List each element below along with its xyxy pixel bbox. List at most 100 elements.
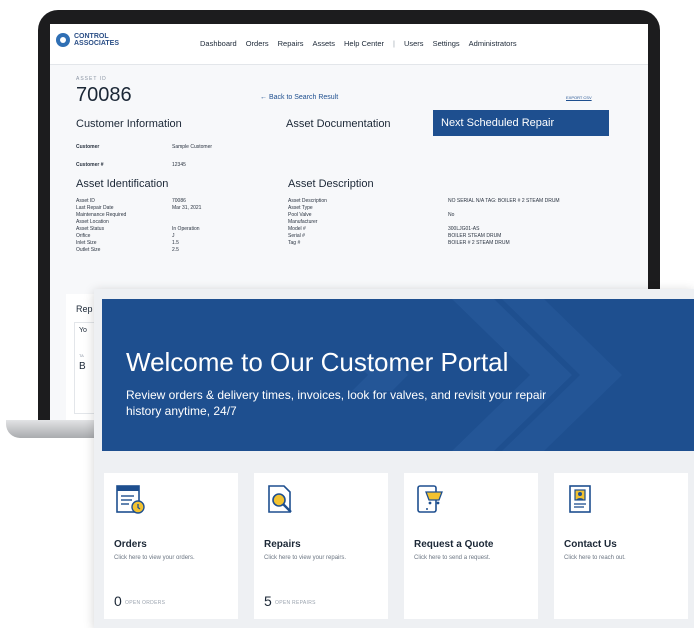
nav-settings[interactable]: Settings xyxy=(433,39,460,48)
open-repairs-count: 5 xyxy=(264,593,272,609)
next-scheduled-repair-box[interactable]: Next Scheduled Repair xyxy=(433,110,609,136)
customer-info-title: Customer Information xyxy=(76,118,182,130)
customer-key: Customer xyxy=(76,144,100,150)
ident-value: 1.5 xyxy=(172,240,179,246)
desc-value: No xyxy=(448,212,455,218)
repair-card-line2: TA xyxy=(79,353,84,358)
ident-key: Asset Location xyxy=(76,219,109,225)
desc-key: Asset Type xyxy=(288,205,313,211)
identification-list: Asset ID 70086 Last Repair Date Mar 31, 20… xyxy=(76,198,201,254)
repair-card-line1: Yo xyxy=(79,327,87,334)
open-orders-count: 0 xyxy=(114,593,122,609)
ident-value: 70086 xyxy=(172,198,186,204)
desc-key: Serial # xyxy=(288,233,305,239)
asset-id-value: 70086 xyxy=(76,84,132,106)
desc-key: Manufacturer xyxy=(288,219,318,225)
desc-row: Asset Description NO SERIAL N/A TAG: BOIL… xyxy=(288,198,560,205)
nav-separator: | xyxy=(393,39,395,48)
tablet-cart-icon xyxy=(417,485,443,513)
customer-portal-panel: Welcome to Our Customer Portal Review or… xyxy=(94,289,694,628)
customer-value: Sample Customer xyxy=(172,144,213,150)
desc-row: Asset Type xyxy=(288,205,560,212)
desc-row: Model # 300LJG01-AS xyxy=(288,226,560,233)
repairs-card-title: Repairs xyxy=(264,539,301,550)
repairs-icon xyxy=(268,485,292,513)
logo-line2: ASSOCIATES xyxy=(74,40,119,47)
contact-card-icon xyxy=(569,485,591,513)
orders-card-title: Orders xyxy=(114,539,147,550)
ident-row: Maintenance Required xyxy=(76,212,201,219)
orders-icon xyxy=(116,485,145,514)
ident-key: Inlet Size xyxy=(76,240,97,246)
welcome-hero-banner: Welcome to Our Customer Portal Review or… xyxy=(102,299,694,451)
asset-description-title: Asset Description xyxy=(288,178,374,190)
desc-value: BOILER # 2 STEAM DRUM xyxy=(448,240,510,246)
request-quote-desc: Click here to send a request. xyxy=(414,555,491,561)
nav-dashboard[interactable]: Dashboard xyxy=(200,39,237,48)
ident-key: Orifice xyxy=(76,233,91,239)
orders-card[interactable]: Orders Click here to view your orders. 0… xyxy=(104,473,238,619)
request-quote-title: Request a Quote xyxy=(414,539,494,550)
ident-row: Orifice J xyxy=(76,233,201,240)
customer-info-list: Customer Sample Customer Customer # 12345 xyxy=(76,138,212,174)
ident-row: Asset ID 70086 xyxy=(76,198,201,205)
ident-row: Last Repair Date Mar 31, 2021 xyxy=(76,205,201,212)
asset-documentation-title: Asset Documentation xyxy=(286,118,391,130)
customer-number-row: Customer # 12345 xyxy=(76,156,212,174)
ident-value: J xyxy=(172,233,175,239)
ident-key: Outlet Size xyxy=(76,247,101,253)
nav-help-center[interactable]: Help Center xyxy=(344,39,384,48)
ident-value: 2.5 xyxy=(172,247,179,253)
desc-value: 300LJG01-AS xyxy=(448,226,480,232)
contact-us-desc: Click here to reach out. xyxy=(564,555,626,561)
request-quote-card[interactable]: Request a Quote Click here to send a req… xyxy=(404,473,538,619)
orders-card-desc: Click here to view your orders. xyxy=(114,555,195,561)
ident-key: Asset ID xyxy=(76,198,95,204)
repairs-card-desc: Click here to view your repairs. xyxy=(264,555,347,561)
open-repairs-label: OPEN REPAIRS xyxy=(275,600,316,606)
desc-key: Model # xyxy=(288,226,306,232)
nav-repairs[interactable]: Repairs xyxy=(278,39,304,48)
export-csv-link[interactable]: EXPORT CSV xyxy=(566,95,592,100)
ident-row: Outlet Size 2.5 xyxy=(76,247,201,254)
desc-key: Tag # xyxy=(288,240,301,246)
ident-row: Asset Location xyxy=(76,219,201,226)
ident-key: Last Repair Date xyxy=(76,205,114,211)
ident-value: In Operation xyxy=(172,226,200,232)
contact-us-title: Contact Us xyxy=(564,539,617,550)
desc-row: Manufacturer xyxy=(288,219,560,226)
repairs-panel-title: Rep xyxy=(76,304,93,314)
customer-number-key: Customer # xyxy=(76,162,104,168)
repair-card-line3: B xyxy=(79,361,86,372)
nav-users[interactable]: Users xyxy=(404,39,424,48)
customer-number-value: 12345 xyxy=(172,162,186,168)
ident-value: Mar 31, 2021 xyxy=(172,205,202,211)
description-list: Asset Description NO SERIAL N/A TAG: BOIL… xyxy=(288,198,560,247)
ident-key: Asset Status xyxy=(76,226,105,232)
desc-key: Asset Description xyxy=(288,198,327,204)
contact-us-card[interactable]: Contact Us Click here to reach out. xyxy=(554,473,688,619)
open-orders-label: OPEN ORDERS xyxy=(125,600,166,606)
logo-icon xyxy=(56,33,70,47)
nav-assets[interactable]: Assets xyxy=(312,39,335,48)
desc-key: Pool Valve xyxy=(288,212,312,218)
ident-row: Asset Status In Operation xyxy=(76,226,201,233)
desc-row: Serial # BOILER STEAM DRUM xyxy=(288,233,560,240)
portal-title: Welcome to Our Customer Portal xyxy=(126,347,509,377)
ident-row: Inlet Size 1.5 xyxy=(76,240,201,247)
top-nav: CONTROL ASSOCIATES Dashboard Orders Repa… xyxy=(50,24,648,65)
portal-subtitle: Review orders & delivery times, invoices… xyxy=(126,388,547,418)
logo[interactable]: CONTROL ASSOCIATES xyxy=(56,33,119,47)
repairs-card[interactable]: Repairs Click here to view your repairs.… xyxy=(254,473,388,619)
asset-id-label: ASSET ID xyxy=(76,76,107,82)
desc-row: Tag # BOILER # 2 STEAM DRUM xyxy=(288,240,560,247)
logo-line1: CONTROL xyxy=(74,33,109,40)
nav-orders[interactable]: Orders xyxy=(246,39,269,48)
desc-row: Pool Valve No xyxy=(288,212,560,219)
desc-value: NO SERIAL N/A TAG: BOILER # 2 STEAM DRUM xyxy=(448,198,560,204)
asset-identification-title: Asset Identification xyxy=(76,178,169,190)
ident-key: Maintenance Required xyxy=(76,212,127,218)
customer-row: Customer Sample Customer xyxy=(76,138,212,156)
nav-administrators[interactable]: Administrators xyxy=(469,39,517,48)
back-to-search-link[interactable]: ← Back to Search Result xyxy=(260,94,338,101)
